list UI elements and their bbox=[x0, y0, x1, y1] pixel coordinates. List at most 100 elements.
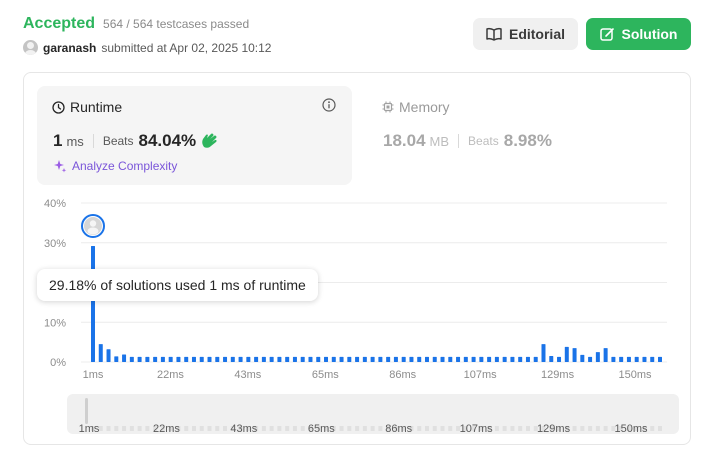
chart-bar bbox=[572, 348, 577, 362]
chart-bar bbox=[114, 356, 119, 362]
chart-bar bbox=[106, 349, 111, 362]
chart-bar bbox=[347, 356, 352, 362]
slider-handle[interactable] bbox=[85, 398, 88, 424]
chart-bar bbox=[362, 356, 367, 362]
chart-bar bbox=[292, 356, 297, 362]
chart-bar bbox=[254, 356, 259, 362]
verdict-label: Accepted bbox=[23, 15, 96, 32]
username-link[interactable]: garanash bbox=[43, 41, 96, 55]
chart-bar bbox=[331, 356, 336, 362]
chart-bar bbox=[153, 356, 158, 362]
edit-icon bbox=[599, 27, 614, 41]
x-tick-label: 1ms bbox=[83, 369, 104, 381]
user-avatar-body bbox=[87, 227, 99, 235]
chart-bar bbox=[230, 356, 235, 362]
book-icon bbox=[486, 27, 502, 41]
chart-bar bbox=[129, 356, 134, 362]
chart-bar bbox=[393, 356, 398, 362]
chart-bar bbox=[549, 356, 554, 362]
chart-bar bbox=[510, 356, 515, 362]
chart-bar bbox=[122, 354, 127, 362]
chart-bar bbox=[440, 356, 445, 362]
runtime-distribution-chart[interactable]: 40%30%20%10%0%1ms22ms43ms65ms86ms107ms12… bbox=[24, 73, 692, 446]
chart-bar bbox=[199, 356, 204, 362]
chart-bar bbox=[456, 356, 461, 362]
chart-bar bbox=[401, 356, 406, 362]
chart-bar bbox=[191, 356, 196, 362]
chart-bar bbox=[595, 352, 600, 362]
chart-bar bbox=[626, 356, 631, 362]
chart-bar bbox=[98, 344, 103, 362]
chart-bar bbox=[223, 356, 228, 362]
chart-bar bbox=[424, 356, 429, 362]
submission-status: Accepted 564 / 564 testcases passed bbox=[23, 15, 249, 33]
chart-bar bbox=[386, 356, 391, 362]
user-avatar-head bbox=[89, 220, 97, 227]
chart-bar bbox=[207, 356, 212, 362]
submission-info: garanash submitted at Apr 02, 2025 10:12 bbox=[23, 40, 271, 55]
x-tick-label: 65ms bbox=[312, 369, 339, 381]
chart-tooltip: 29.18% of solutions used 1 ms of runtime bbox=[37, 269, 318, 301]
chart-bar bbox=[300, 356, 305, 362]
chart-bar bbox=[619, 356, 624, 362]
x-tick-label: 43ms bbox=[234, 369, 261, 381]
editorial-label: Editorial bbox=[508, 26, 565, 42]
chart-bar bbox=[588, 356, 593, 362]
x-tick-label: 86ms bbox=[389, 369, 416, 381]
chart-bar bbox=[316, 356, 321, 362]
chart-bar bbox=[308, 356, 313, 362]
chart-bar bbox=[370, 356, 375, 362]
chart-bar bbox=[417, 356, 422, 362]
chart-bar bbox=[557, 356, 562, 362]
x-tick-label: 22ms bbox=[157, 369, 184, 381]
solution-button[interactable]: Solution bbox=[586, 18, 691, 50]
chart-bar bbox=[409, 356, 414, 362]
chart-bar bbox=[137, 356, 142, 362]
performance-card: Runtime 1 ms Beats 84.04% Analyze Comple… bbox=[23, 72, 691, 445]
chart-bar bbox=[525, 356, 530, 362]
chart-bar bbox=[246, 356, 251, 362]
chart-bar bbox=[238, 356, 243, 362]
chart-bar bbox=[541, 344, 546, 362]
chart-bar bbox=[502, 356, 507, 362]
chart-bar bbox=[339, 356, 344, 362]
chart-bar bbox=[463, 356, 468, 362]
chart-bar bbox=[533, 356, 538, 362]
chart-bar bbox=[432, 356, 437, 362]
submission-time: submitted at Apr 02, 2025 10:12 bbox=[101, 40, 272, 55]
editorial-button[interactable]: Editorial bbox=[473, 18, 578, 50]
chart-bar bbox=[564, 346, 569, 362]
chart-bar bbox=[494, 356, 499, 362]
solution-label: Solution bbox=[621, 26, 678, 42]
chart-bar bbox=[378, 356, 383, 362]
chart-bar bbox=[355, 356, 360, 362]
chart-bar bbox=[285, 356, 290, 362]
chart-bar bbox=[487, 356, 492, 362]
user-avatar[interactable] bbox=[23, 40, 38, 55]
chart-bar bbox=[650, 356, 655, 362]
chart-bar bbox=[176, 356, 181, 362]
x-tick-label: 129ms bbox=[541, 369, 575, 381]
y-tick-label: 30% bbox=[44, 238, 66, 250]
chart-bar bbox=[160, 356, 165, 362]
chart-bar bbox=[448, 356, 453, 362]
chart-bar bbox=[471, 356, 476, 362]
y-tick-label: 0% bbox=[50, 357, 66, 369]
chart-bar bbox=[168, 356, 173, 362]
range-slider[interactable] bbox=[67, 394, 679, 434]
chart-bar bbox=[261, 356, 266, 362]
testcases-passed: 564 / 564 testcases passed bbox=[103, 17, 250, 31]
chart-bar bbox=[479, 356, 484, 362]
chart-bar bbox=[145, 356, 150, 362]
chart-bar bbox=[91, 246, 95, 362]
chart-bar bbox=[277, 356, 282, 362]
chart-bar bbox=[642, 356, 647, 362]
chart-bar bbox=[215, 356, 220, 362]
x-tick-label: 150ms bbox=[618, 369, 652, 381]
chart-bar bbox=[611, 356, 616, 362]
chart-bar bbox=[603, 348, 608, 362]
chart-bar bbox=[184, 356, 189, 362]
chart-bar bbox=[580, 354, 585, 362]
chart-bar bbox=[324, 356, 329, 362]
chart-bar bbox=[634, 356, 639, 362]
